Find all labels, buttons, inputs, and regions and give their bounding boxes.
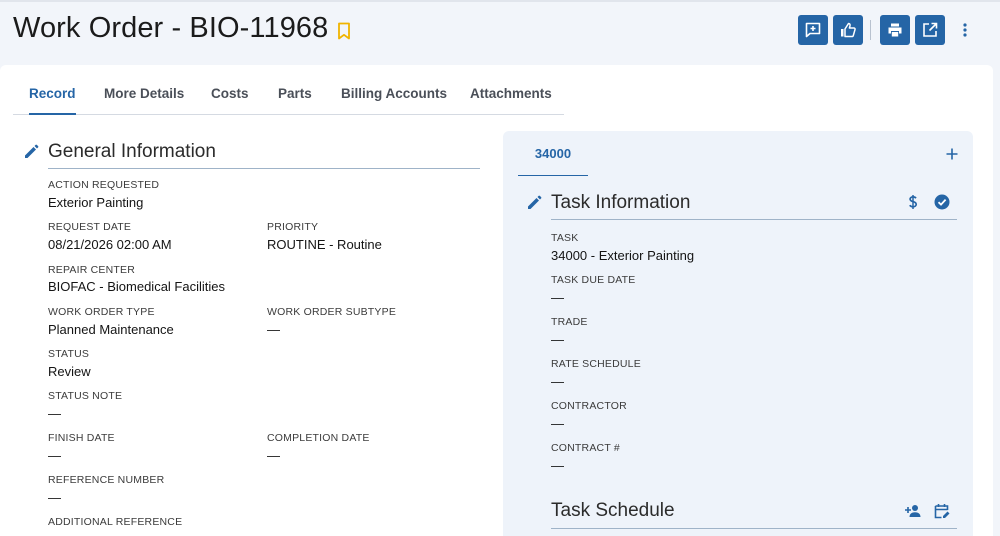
repair-center-value: BIOFAC - Biomedical Facilities	[48, 279, 225, 294]
action-requested-value: Exterior Painting	[48, 195, 144, 210]
person-add-icon[interactable]	[904, 502, 922, 520]
work-order-subtype-value: —	[267, 322, 280, 337]
reference-number-value: —	[48, 490, 61, 505]
trade-label: TRADE	[551, 316, 588, 328]
request-date-value: 08/21/2026 02:00 AM	[48, 237, 172, 252]
thumbs-up-icon	[841, 22, 856, 38]
rate-schedule-label: RATE SCHEDULE	[551, 358, 641, 370]
check-circle-icon[interactable]	[933, 193, 951, 211]
add-comment-button[interactable]	[798, 15, 828, 45]
work-order-subtype-label: WORK ORDER SUBTYPE	[267, 306, 397, 318]
task-due-date-value: —	[551, 290, 564, 305]
priority-value: ROUTINE - Routine	[267, 237, 382, 252]
task-value: 34000 - Exterior Painting	[551, 248, 695, 263]
header-actions	[0, 15, 1000, 45]
rate-schedule-value: —	[551, 374, 564, 389]
section-divider	[48, 168, 480, 169]
tab-task-34000[interactable]: 34000	[518, 140, 588, 176]
contract-number-label: CONTRACT #	[551, 442, 620, 454]
toolbar-separator	[870, 20, 871, 40]
comment-add-icon	[805, 22, 821, 38]
general-information-title: General Information	[48, 141, 216, 162]
trade-value: —	[551, 332, 564, 347]
priority-label: PRIORITY	[267, 221, 319, 233]
print-icon	[888, 23, 902, 37]
more-options-button[interactable]	[955, 15, 975, 45]
contractor-value: —	[551, 416, 564, 431]
tab-more-details[interactable]: More Details	[104, 75, 184, 115]
section-divider	[551, 528, 957, 529]
dollar-icon[interactable]	[904, 193, 922, 211]
pencil-icon[interactable]	[23, 144, 39, 160]
status-label: STATUS	[48, 348, 90, 360]
action-requested-label: ACTION REQUESTED	[48, 179, 160, 191]
task-due-date-label: TASK DUE DATE	[551, 274, 636, 286]
reference-number-label: REFERENCE NUMBER	[48, 474, 165, 486]
open-external-button[interactable]	[915, 15, 945, 45]
task-label: TASK	[551, 232, 579, 244]
status-note-value: —	[48, 406, 61, 421]
record-tabs: Record More Details Costs Parts Billing …	[13, 75, 564, 115]
tab-parts[interactable]: Parts	[278, 75, 312, 115]
tab-attachments[interactable]: Attachments	[470, 75, 552, 115]
work-order-type-label: WORK ORDER TYPE	[48, 306, 155, 318]
completion-date-label: COMPLETION DATE	[267, 432, 370, 444]
print-button[interactable]	[880, 15, 910, 45]
section-divider	[551, 219, 957, 220]
plus-icon[interactable]	[943, 145, 961, 163]
task-schedule-title: Task Schedule	[551, 500, 675, 521]
approve-button[interactable]	[833, 15, 863, 45]
status-value: Review	[48, 364, 91, 379]
finish-date-value: —	[48, 448, 61, 463]
contract-number-value: —	[551, 458, 564, 473]
calendar-edit-icon[interactable]	[933, 502, 951, 520]
open-in-new-icon	[923, 22, 938, 37]
pencil-icon[interactable]	[526, 195, 542, 211]
tab-record[interactable]: Record	[29, 75, 76, 115]
tab-costs[interactable]: Costs	[211, 75, 249, 115]
completion-date-value: —	[267, 448, 280, 463]
more-vert-icon	[963, 23, 967, 37]
contractor-label: CONTRACTOR	[551, 400, 627, 412]
tab-billing-accounts[interactable]: Billing Accounts	[341, 75, 447, 115]
request-date-label: REQUEST DATE	[48, 221, 132, 233]
status-note-label: STATUS NOTE	[48, 390, 123, 402]
repair-center-label: REPAIR CENTER	[48, 264, 135, 276]
task-information-title: Task Information	[551, 192, 691, 213]
finish-date-label: FINISH DATE	[48, 432, 115, 444]
work-order-type-value: Planned Maintenance	[48, 322, 174, 337]
additional-reference-label: ADDITIONAL REFERENCE	[48, 516, 183, 528]
